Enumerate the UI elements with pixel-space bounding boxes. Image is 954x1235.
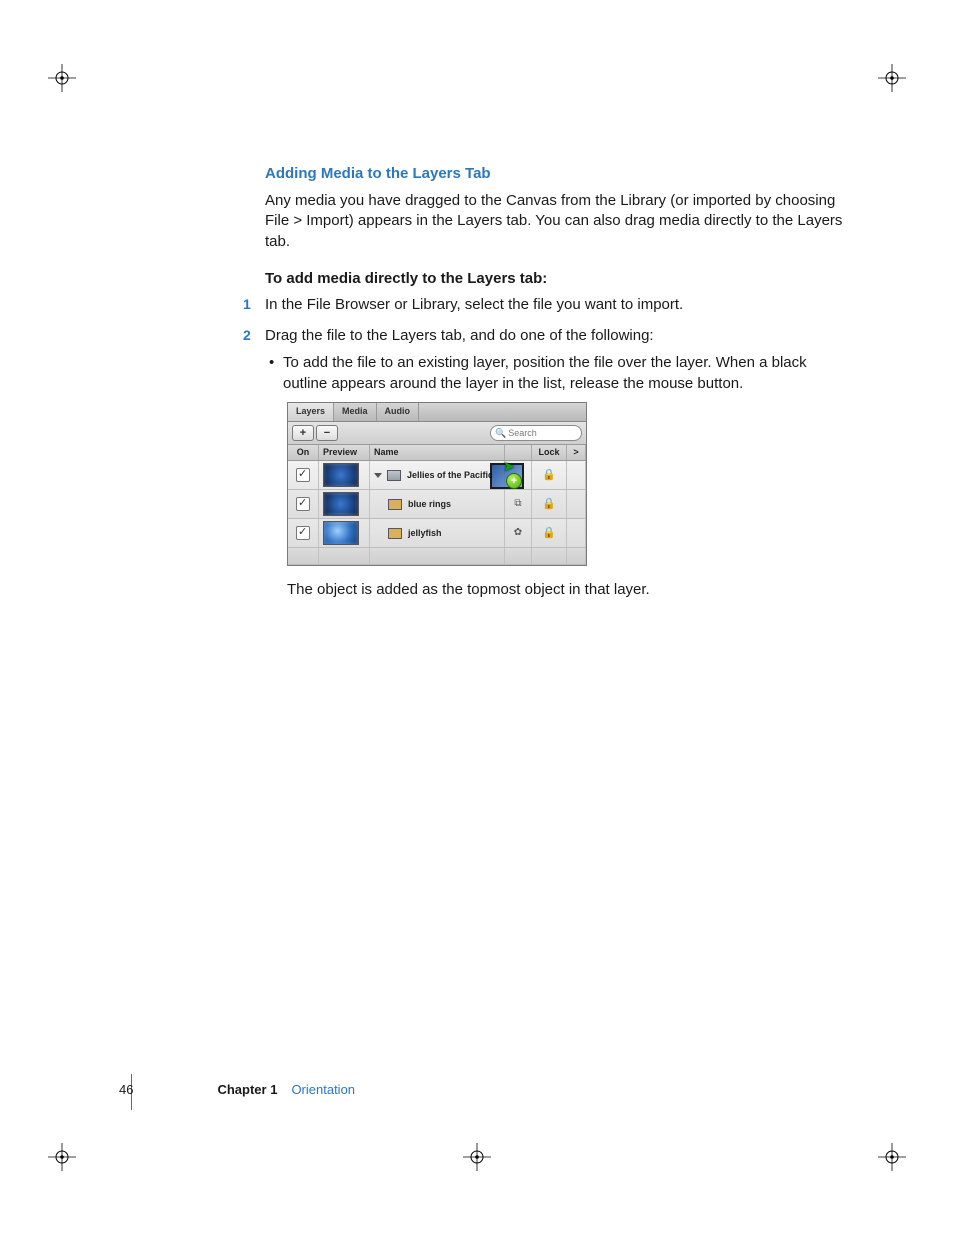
remove-button[interactable]: −: [316, 425, 338, 441]
lock-icon[interactable]: 🔒: [542, 497, 556, 512]
layer-thumbnail: [323, 492, 359, 516]
step-number: 1: [243, 295, 251, 314]
col-on[interactable]: On: [288, 445, 319, 460]
layer-name: blue rings: [408, 498, 451, 510]
search-input[interactable]: 🔍Search: [490, 425, 582, 441]
search-icon: 🔍: [495, 427, 506, 439]
image-icon: [388, 499, 402, 510]
step-1: 1In the File Browser or Library, select …: [265, 295, 845, 326]
crop-mark-icon: [463, 1143, 491, 1171]
intro-paragraph: Any media you have dragged to the Canvas…: [265, 191, 845, 253]
col-name[interactable]: Name: [370, 445, 505, 460]
visibility-checkbox[interactable]: [296, 497, 310, 511]
crop-mark-icon: [878, 1143, 906, 1171]
visibility-checkbox[interactable]: [296, 526, 310, 540]
group-icon: [387, 470, 401, 481]
crop-mark-icon: [48, 1143, 76, 1171]
layer-row[interactable]: blue rings ⧉ 🔒: [288, 490, 586, 519]
layer-row[interactable]: Jellies of the Pacific 🔒 ➤ +: [288, 461, 586, 490]
column-header-row: On Preview Name Lock >: [288, 445, 586, 461]
layer-name: Jellies of the Pacific: [407, 469, 493, 481]
disclosure-triangle-icon[interactable]: [374, 473, 382, 478]
lock-icon[interactable]: 🔒: [542, 526, 556, 541]
panel-tabs: Layers Media Audio: [288, 403, 586, 422]
lock-icon[interactable]: 🔒: [542, 468, 556, 483]
page-number: 46: [119, 1082, 133, 1097]
panel-toolbar: + − 🔍Search: [288, 422, 586, 445]
add-button[interactable]: +: [292, 425, 314, 441]
tab-media[interactable]: Media: [334, 403, 377, 421]
section-heading: Adding Media to the Layers Tab: [265, 164, 845, 185]
layer-row[interactable]: jellyfish ✿ 🔒: [288, 519, 586, 548]
col-lock[interactable]: Lock: [532, 445, 567, 460]
result-paragraph: The object is added as the topmost objec…: [287, 580, 845, 601]
col-expand[interactable]: >: [567, 445, 586, 460]
tab-audio[interactable]: Audio: [377, 403, 420, 421]
page-footer: 46 Chapter 1 Orientation: [119, 1082, 355, 1097]
layer-thumbnail: [323, 463, 359, 487]
crop-mark-icon: [48, 64, 76, 92]
tab-layers[interactable]: Layers: [288, 403, 334, 421]
main-content: Adding Media to the Layers Tab Any media…: [265, 164, 845, 627]
layer-thumbnail: [323, 521, 359, 545]
crop-mark-icon: [878, 64, 906, 92]
col-preview[interactable]: Preview: [319, 445, 370, 460]
step-text: Drag the file to the Layers tab, and do …: [265, 327, 654, 344]
search-placeholder: Search: [508, 427, 537, 439]
behavior-icon[interactable]: ✿: [514, 526, 522, 540]
layers-panel: Layers Media Audio + − 🔍Search On Previe…: [287, 402, 587, 566]
step-number: 2: [243, 326, 251, 345]
link-icon[interactable]: ⧉: [514, 497, 521, 511]
procedure-heading: To add media directly to the Layers tab:: [265, 269, 845, 290]
step-text: In the File Browser or Library, select t…: [265, 296, 683, 313]
step-2: 2Drag the file to the Layers tab, and do…: [265, 326, 845, 627]
chapter-label: Chapter 1: [217, 1082, 277, 1097]
chapter-title: Orientation: [291, 1082, 355, 1097]
visibility-checkbox[interactable]: [296, 468, 310, 482]
sub-bullet: To add the file to an existing layer, po…: [265, 353, 845, 394]
image-icon: [388, 528, 402, 539]
layer-name: jellyfish: [408, 527, 442, 539]
col-status: [505, 445, 532, 460]
empty-row: [288, 548, 586, 565]
